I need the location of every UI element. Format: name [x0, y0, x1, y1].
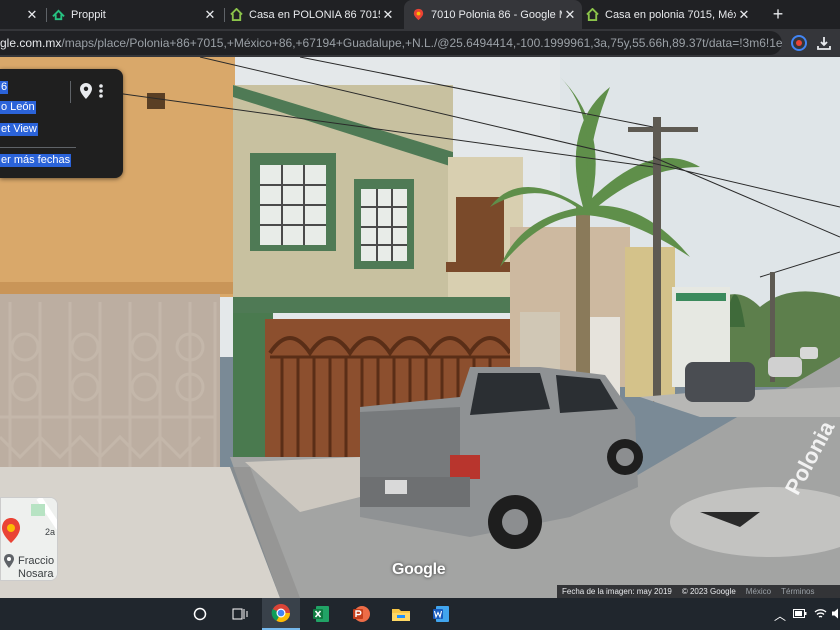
close-icon[interactable]: ✕ — [736, 7, 752, 23]
copyright: © 2023 Google — [681, 587, 736, 596]
volume-icon[interactable] — [831, 607, 840, 620]
tab-partial[interactable]: ✕ — [0, 0, 44, 29]
file-explorer-taskbar-button[interactable] — [382, 598, 420, 630]
close-icon[interactable]: ✕ — [380, 7, 396, 23]
task-view-button[interactable] — [221, 598, 259, 630]
task-view-icon — [232, 608, 248, 620]
download-icon[interactable] — [815, 34, 833, 52]
battery-icon[interactable] — [793, 608, 807, 619]
see-more-dates-link[interactable]: er más fechas — [0, 154, 72, 167]
street-view-panorama[interactable]: Polonia 6 o León et View er más fechas 2… — [0, 57, 840, 598]
windows-taskbar: ︿ — [0, 598, 840, 630]
house-icon — [586, 8, 599, 21]
country-link[interactable]: México — [746, 587, 771, 596]
address-line: 6 — [0, 81, 9, 94]
tab-proppit[interactable]: Proppit ✕ — [52, 0, 222, 29]
word-taskbar-button[interactable] — [422, 598, 460, 630]
word-icon — [433, 606, 449, 622]
search-button[interactable] — [181, 598, 219, 630]
region-line: o León — [0, 101, 36, 114]
tab-casa-polonia-1[interactable]: Casa en POLONIA 86 7015, M ✕ — [230, 0, 400, 29]
terms-link[interactable]: Términos — [781, 587, 814, 596]
house-icon — [230, 8, 243, 21]
tab-title: Casa en POLONIA 86 7015, M — [249, 8, 380, 21]
wifi-icon[interactable] — [814, 607, 827, 620]
mini-map-place-label: Fraccio — [18, 555, 55, 567]
search-icon — [193, 607, 207, 621]
excel-taskbar-button[interactable] — [302, 598, 340, 630]
mini-map-street-number: 2a — [45, 527, 56, 537]
google-lens-icon[interactable] — [790, 34, 808, 52]
card-divider-vertical — [70, 81, 71, 103]
map-footer: Fecha de la imagen: may 2019 © 2023 Goog… — [557, 585, 840, 598]
google-logo: Google — [392, 561, 446, 578]
street-view-label: et View — [0, 123, 38, 136]
tab-title: Proppit — [71, 8, 106, 21]
proppit-icon — [52, 9, 65, 21]
tab-separator — [46, 8, 47, 22]
maps-pin-icon — [413, 8, 424, 21]
url-text: gle.com.mx/maps/place/Polonia+86+7015,+M… — [0, 36, 782, 50]
tab-strip: ✕ Proppit ✕ Casa en POLONIA 86 7015, M ✕… — [0, 0, 840, 29]
tab-title: 7010 Polonia 86 - Google Ma — [431, 8, 562, 21]
file-explorer-icon — [392, 609, 410, 621]
tab-title: Casa en polonia 7015, México — [605, 8, 736, 21]
mini-map-place-label: Nosara — [18, 568, 54, 580]
chrome-taskbar-button[interactable] — [262, 598, 300, 630]
chrome-icon — [271, 604, 290, 623]
close-icon[interactable]: ✕ — [562, 7, 578, 23]
mini-map[interactable]: 2a Fraccio Nosara — [0, 497, 58, 581]
card-divider — [0, 147, 76, 148]
toolbar: gle.com.mx/maps/place/Polonia+86+7015,+M… — [0, 29, 840, 57]
show-hidden-icons-chevron-icon[interactable]: ︿ — [774, 607, 786, 624]
tab-casa-polonia-2[interactable]: Casa en polonia 7015, México ✕ — [586, 0, 756, 29]
location-pin-icon[interactable] — [80, 83, 92, 99]
excel-icon — [313, 606, 329, 622]
image-date: Fecha de la imagen: may 2019 — [562, 587, 672, 596]
close-icon[interactable]: ✕ — [24, 7, 40, 23]
tab-separator — [224, 8, 225, 22]
location-info-card: 6 o León et View er más fechas — [0, 69, 123, 178]
street-view-image[interactable] — [0, 57, 840, 598]
more-options-icon[interactable] — [98, 83, 104, 99]
tab-google-maps[interactable]: 7010 Polonia 86 - Google Ma ✕ — [404, 0, 582, 29]
close-icon[interactable]: ✕ — [202, 7, 218, 23]
powerpoint-taskbar-button[interactable] — [342, 598, 380, 630]
address-bar[interactable]: gle.com.mx/maps/place/Polonia+86+7015,+M… — [0, 31, 782, 55]
powerpoint-icon — [353, 606, 370, 622]
new-tab-button[interactable]: + — [768, 4, 788, 24]
